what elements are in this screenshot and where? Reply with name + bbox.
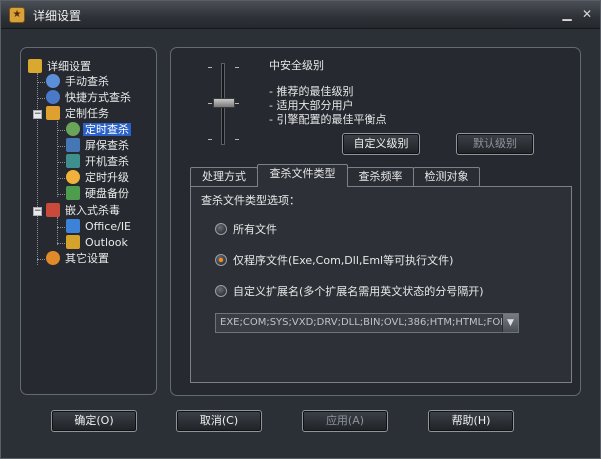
tree-connector (37, 82, 45, 83)
gear-icon (46, 251, 60, 265)
tree-item-scheduled-scan[interactable]: 定时查杀 (66, 122, 131, 138)
custom-level-button[interactable]: 自定义级别 (342, 133, 420, 155)
tree-connector (57, 121, 58, 197)
radio-custom-extensions[interactable]: 自定义扩展名(多个扩展名需用英文状态的分号隔开) (215, 284, 484, 300)
settings-window: ★ 详细设置 ▁ ✕ − − 详细设置 手动查杀 快捷方式查杀 定制任务 定时查… (0, 0, 601, 459)
tree-connector (57, 194, 65, 195)
file-types-group-label: 查杀文件类型选项： (201, 194, 300, 207)
outlook-icon (66, 235, 80, 249)
extensions-combobox[interactable]: EXE;COM;SYS;VXD;DRV;DLL;BIN;OVL;386;HTM;… (215, 313, 519, 333)
tree-connector (57, 146, 65, 147)
minimize-button[interactable]: ▁ (559, 6, 575, 22)
slider-tick (208, 103, 212, 104)
ok-button[interactable]: 确定(O) (51, 410, 137, 432)
radio-program-files-only[interactable]: 仅程序文件(Exe,Com,Dll,Eml等可执行文件) (215, 253, 453, 269)
screensaver-icon (66, 138, 80, 152)
tree-item-embedded-av[interactable]: 嵌入式杀毒 (46, 203, 122, 219)
office-icon (66, 219, 80, 233)
extensions-value: EXE;COM;SYS;VXD;DRV;DLL;BIN;OVL;386;HTM;… (220, 317, 508, 328)
help-button[interactable]: 帮助(H) (428, 410, 514, 432)
slider-tick (235, 139, 239, 140)
settings-icon (28, 59, 42, 73)
disk-icon (66, 186, 80, 200)
tab-detection-objects[interactable]: 检测对象 (413, 167, 480, 187)
tab-scan-file-types[interactable]: 查杀文件类型 (257, 164, 348, 187)
startup-icon (66, 154, 80, 168)
close-button[interactable]: ✕ (579, 6, 595, 22)
tree-item-scheduled-update[interactable]: 定时升级 (66, 170, 131, 186)
tree-item-screensaver-scan[interactable]: 屏保查杀 (66, 138, 131, 154)
security-level-slider-thumb[interactable] (213, 98, 235, 108)
cancel-button[interactable]: 取消(C) (176, 410, 262, 432)
radio-button-checked[interactable] (215, 254, 227, 266)
tree-connector (37, 98, 45, 99)
thermometer-icon (46, 203, 60, 217)
slider-tick (208, 139, 212, 140)
tab-scan-frequency[interactable]: 查杀频率 (347, 167, 414, 187)
security-level-title: 中安全级别 (269, 59, 324, 72)
tree-connector (57, 243, 65, 244)
tree-item-disk-backup[interactable]: 硬盘备份 (66, 186, 131, 202)
tree-connector (37, 259, 45, 260)
users-icon (46, 74, 60, 88)
tree-item-startup-scan[interactable]: 开机查杀 (66, 154, 131, 170)
tree-connector (57, 217, 58, 245)
tree-connector (57, 178, 65, 179)
security-level-description: - 推荐的最佳级别 - 适用大部分用户 - 引擎配置的最佳平衡点 (269, 85, 387, 126)
settings-tree: − − 详细设置 手动查杀 快捷方式查杀 定制任务 定时查杀 屏保查杀 开机查杀… (1, 1, 138, 349)
task-icon (46, 106, 60, 120)
apply-button[interactable]: 应用(A) (302, 410, 388, 432)
tree-item-detail-settings[interactable]: 详细设置 (28, 59, 93, 75)
tree-connector (57, 162, 65, 163)
tab-handling-method[interactable]: 处理方式 (190, 167, 258, 187)
clock-icon (66, 122, 80, 136)
tree-connector (57, 227, 65, 228)
slider-tick (235, 103, 239, 104)
tree-item-outlook[interactable]: Outlook (66, 235, 130, 251)
default-level-button[interactable]: 默认级别 (456, 133, 534, 155)
tree-item-custom-tasks[interactable]: 定制任务 (46, 106, 111, 122)
update-icon (66, 170, 80, 184)
tree-item-manual-scan[interactable]: 手动查杀 (46, 74, 111, 90)
chevron-down-icon[interactable]: ▼ (502, 314, 518, 332)
radio-button[interactable] (215, 223, 227, 235)
tree-item-other-settings[interactable]: 其它设置 (46, 251, 111, 267)
slider-tick (235, 67, 239, 68)
users-icon (46, 90, 60, 104)
radio-button[interactable] (215, 285, 227, 297)
expander-custom-tasks[interactable]: − (33, 110, 42, 119)
expander-embedded-av[interactable]: − (33, 207, 42, 216)
slider-tick (208, 67, 212, 68)
tree-item-shortcut-scan[interactable]: 快捷方式查杀 (46, 90, 133, 106)
tree-connector (37, 73, 38, 265)
tree-connector (57, 130, 65, 131)
radio-all-files[interactable]: 所有文件 (215, 222, 277, 238)
tree-item-office-ie[interactable]: Office/IE (66, 219, 133, 235)
